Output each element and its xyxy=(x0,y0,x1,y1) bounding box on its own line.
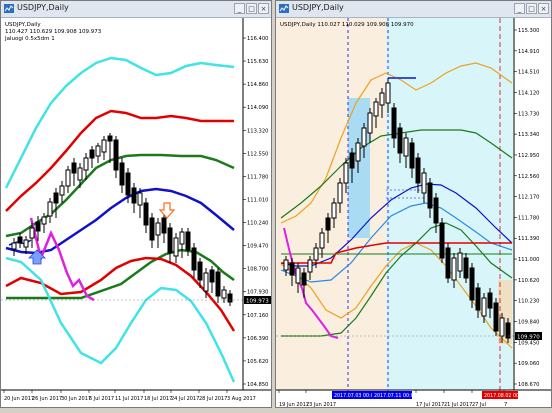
date-tick-label: 21 Jul 2017 xyxy=(444,402,472,407)
maximize-button[interactable]: □ xyxy=(246,3,257,14)
date-tick-label: 19 Jun 2017 xyxy=(279,402,309,407)
price-chart-left[interactable]: USDJPY,Daily 110.427 110.629 109.908 109… xyxy=(1,18,271,407)
price-tick-label: 107.160 xyxy=(247,313,268,319)
date-tick-label: 11 Jul 2017 xyxy=(115,396,143,402)
price-tick-label: 115.300 xyxy=(518,28,539,34)
price-tick-label: 111.010 xyxy=(247,197,268,203)
chart-window-left[interactable]: USDJPY,Daily _ □ × USDJPY,Daily 110.427 … xyxy=(0,0,272,408)
quote-line: USDJPY,Daily 110.027 110.029 109.908 109… xyxy=(280,22,414,28)
price-tick-label: 109.840 xyxy=(518,320,539,326)
current-price-label: 109.973 xyxy=(246,299,269,305)
window-title: USDJPY,Daily xyxy=(17,3,69,12)
time-marker-2-label: 2017.07.11 00:00 xyxy=(374,393,417,399)
price-tick-label: 112.560 xyxy=(518,174,539,180)
price-tick-label: 108.700 xyxy=(247,267,268,273)
price-tick-label: 114.090 xyxy=(247,105,268,111)
price-tick-label: 113.320 xyxy=(247,128,268,134)
price-tick-label: 111.000 xyxy=(518,257,539,263)
price-tick-label: 110.620 xyxy=(518,278,539,284)
price-tick-label: 111.390 xyxy=(518,236,539,242)
date-axis: 20 Jun 201726 Jun 201730 Jun 20176 Jul 2… xyxy=(3,390,256,402)
price-axis: 116.400 115.630 114.860 114.090 113.320 112.5… xyxy=(243,36,268,388)
price-tick-label: 113.340 xyxy=(518,132,539,138)
price-tick-label: 105.620 xyxy=(247,359,268,365)
price-tick-label: 110.230 xyxy=(518,299,539,305)
date-tick-label: 3 Aug 2017 xyxy=(227,396,256,402)
chart-icon xyxy=(279,4,289,13)
price-tick-label: 112.170 xyxy=(518,195,539,201)
date-tick-label: 7 xyxy=(504,402,507,407)
date-tick-label: 18 Jul 2017 xyxy=(144,396,172,402)
minimize-button[interactable]: _ xyxy=(514,3,525,14)
price-tick-label: 107.930 xyxy=(247,290,268,296)
date-tick-label: 17 Jul 2017 xyxy=(416,402,444,407)
time-marker-1-label: 2017.07.03 00:00 xyxy=(334,393,377,399)
price-tick-label: 106.390 xyxy=(247,336,268,342)
title-bar[interactable]: USDJPY,Daily _ □ × xyxy=(276,1,551,18)
price-tick-label: 104.850 xyxy=(247,382,268,388)
quote-line: 110.427 110.629 109.908 109.973 xyxy=(5,29,102,35)
price-tick-label: 114.120 xyxy=(518,90,539,96)
price-tick-label: 112.950 xyxy=(518,153,539,159)
maximize-button[interactable]: □ xyxy=(526,3,537,14)
price-tick-label: 114.910 xyxy=(518,49,539,55)
date-tick-label: 26 Jun 2017 xyxy=(32,396,62,402)
indicator-line: Jaluogi 0.5x5dm 1 xyxy=(4,36,55,42)
price-tick-label: 109.450 xyxy=(518,340,539,346)
price-tick-label: 108.670 xyxy=(518,382,539,388)
price-tick-label: 115.630 xyxy=(247,59,268,65)
range-zone-cyan xyxy=(386,18,513,390)
close-button[interactable]: × xyxy=(538,3,549,14)
window-title: USDJPY,Daily xyxy=(292,3,344,12)
date-tick-label: 30 Jun 2017 xyxy=(61,396,91,402)
price-tick-label: 110.240 xyxy=(247,221,268,227)
date-tick-label: 27 Jul xyxy=(472,402,486,407)
current-price-label: 109.970 xyxy=(517,335,540,341)
price-tick-label: 114.860 xyxy=(247,82,268,88)
price-tick-label: 111.780 xyxy=(247,174,268,180)
date-tick-label: 20 Jun 2017 xyxy=(4,396,34,402)
price-tick-label: 116.400 xyxy=(247,36,268,42)
close-button[interactable]: × xyxy=(258,3,269,14)
minimize-button[interactable]: _ xyxy=(234,3,245,14)
symbol-line: USDJPY,Daily xyxy=(5,22,41,28)
price-tick-label: 109.470 xyxy=(247,244,268,250)
time-marker-3-label: 2017.08.02 00:00 xyxy=(484,393,527,399)
date-tick-label: 6 Jul 2017 xyxy=(89,396,114,402)
chart-window-right[interactable]: USDJPY,Daily _ □ × USDJPY,Daily 110.027 … xyxy=(275,0,552,408)
date-tick-label: 28 Jul 2017 xyxy=(199,396,227,402)
price-chart-right[interactable]: USDJPY,Daily 110.027 110.029 109.908 109… xyxy=(276,18,551,407)
chart-icon xyxy=(4,4,14,13)
date-tick-label: 24 Jul 2017 xyxy=(171,396,199,402)
price-tick-label: 112.550 xyxy=(247,151,268,157)
price-tick-label: 113.730 xyxy=(518,111,539,117)
price-tick-label: 109.060 xyxy=(518,361,539,367)
price-tick-label: 114.510 xyxy=(518,70,539,76)
title-bar[interactable]: USDJPY,Daily _ □ × xyxy=(1,1,271,18)
price-tick-label: 111.780 xyxy=(518,215,539,221)
date-tick-label: 23 Jun 2017 xyxy=(306,402,336,407)
